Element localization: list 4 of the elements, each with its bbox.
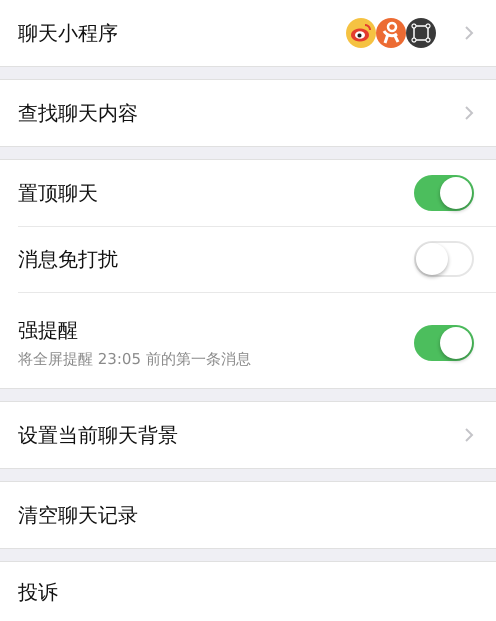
setting-label: 强提醒 [18, 317, 79, 344]
setting-description: 将全屏提醒 23:05 前的第一条消息 [18, 350, 252, 369]
setting-label: 消息免打扰 [18, 246, 119, 272]
setting-label: 置顶聊天 [18, 180, 99, 206]
